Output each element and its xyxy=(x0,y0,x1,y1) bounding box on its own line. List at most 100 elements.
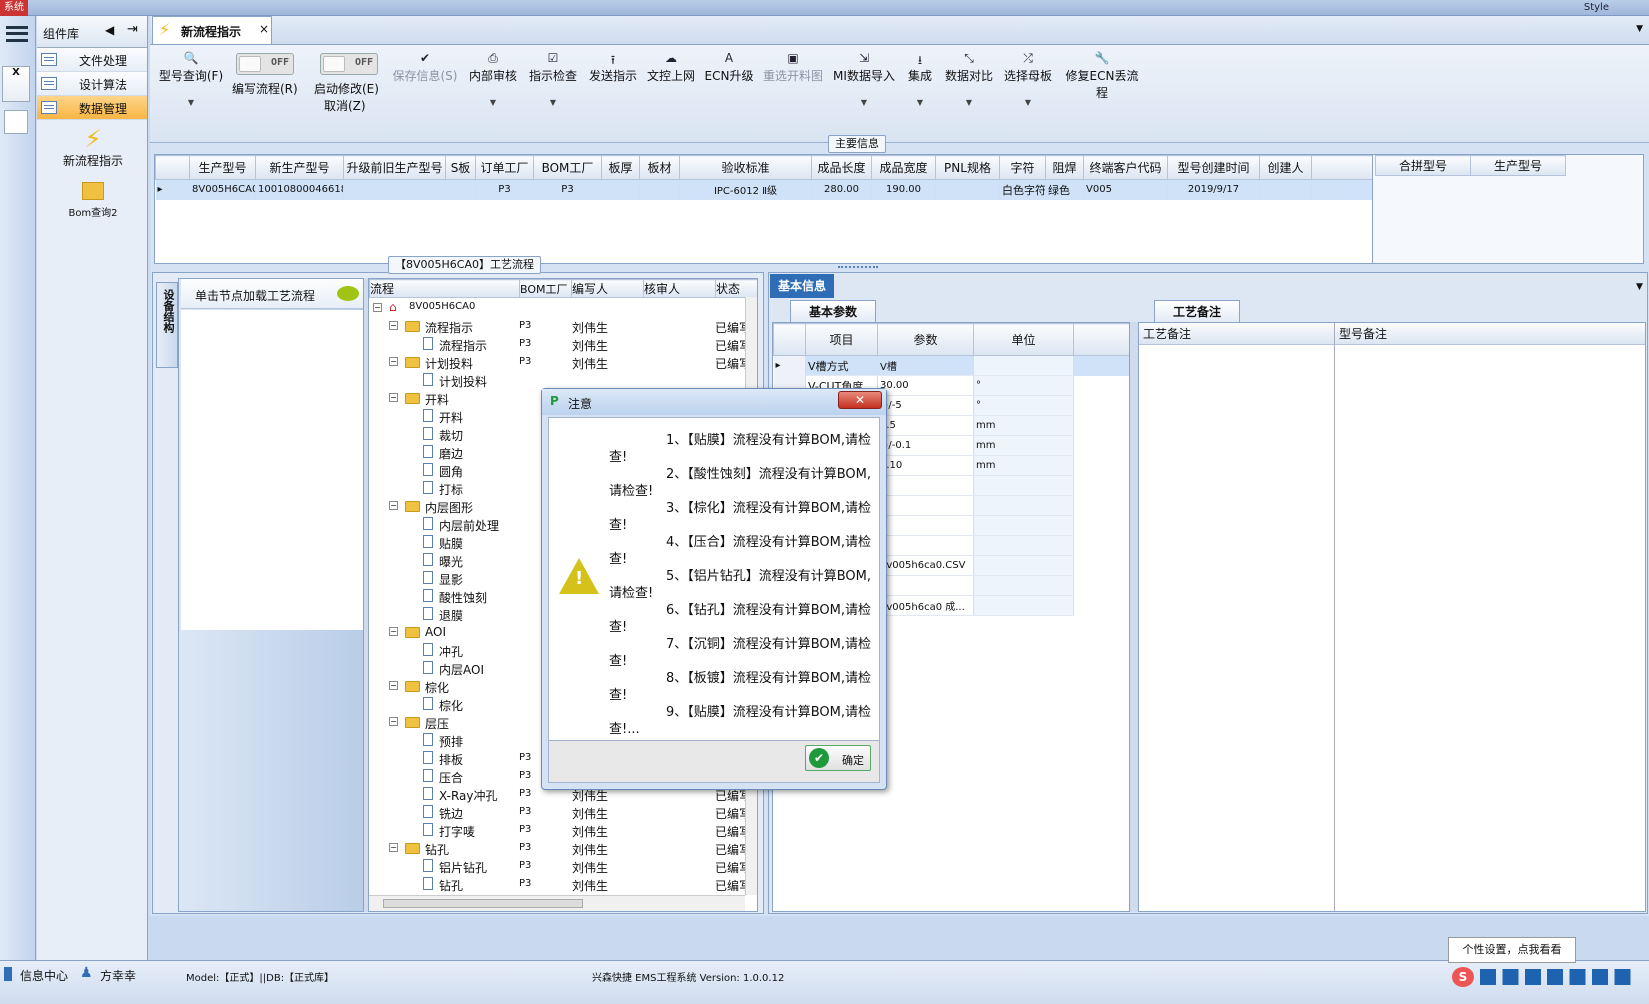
collapse-icon[interactable]: − xyxy=(389,681,398,690)
save-info-button[interactable]: ✔ 保存信息(S) xyxy=(390,51,460,84)
cell[interactable]: 280.00 xyxy=(811,179,872,200)
load-process-header[interactable]: 单击节点加载工艺流程 xyxy=(181,279,363,309)
style-menu[interactable]: Style xyxy=(1584,2,1609,13)
cell[interactable] xyxy=(601,179,640,200)
cell[interactable]: V槽方式 xyxy=(805,355,878,376)
col-header[interactable]: 升级前旧生产型号 xyxy=(343,155,446,180)
col-header[interactable]: BOM工厂 xyxy=(533,155,602,180)
calendar-icon[interactable] xyxy=(4,110,28,134)
tab-dropdown-icon[interactable]: ▼ xyxy=(1636,24,1643,34)
write-flow-toggle[interactable]: OFF xyxy=(236,53,294,75)
cell[interactable]: / xyxy=(877,475,974,496)
cell[interactable]: 8v005h6ca0.CSV xyxy=(877,555,974,576)
ecn-upgrade-button[interactable]: A ECN升级 xyxy=(704,51,754,84)
col-header[interactable]: 成品宽度 xyxy=(871,155,936,180)
lib-item-design-algorithm[interactable]: 设计算法 xyxy=(37,72,147,96)
splitter-basic[interactable] xyxy=(1130,322,1138,912)
cell[interactable]: IPC-6012 Ⅱ级 xyxy=(679,179,812,200)
tile-bom-query[interactable]: Bom查询2 xyxy=(53,180,133,230)
col-header[interactable]: 核审人 xyxy=(643,279,716,298)
fix-ecn-lost-flow-button[interactable]: 🔧 修复ECN丢流程 xyxy=(1062,51,1142,101)
cell[interactable]: / xyxy=(877,575,974,596)
cell[interactable]: 0 xyxy=(877,515,974,536)
col-header[interactable]: 参数 xyxy=(877,323,974,356)
col-header[interactable]: S板 xyxy=(445,155,476,180)
cell[interactable]: / xyxy=(877,495,974,516)
cell[interactable]: +/-5 xyxy=(877,395,974,416)
col-header[interactable]: 新生产型号 xyxy=(255,155,344,180)
settings-tooltip[interactable]: 个性设置，点我看看 xyxy=(1448,937,1576,963)
tree-node[interactable]: 钻孔 P3 刘伟生 已编写 xyxy=(369,875,757,893)
reselect-cut-drawing-button[interactable]: ▣ 重选开料图 xyxy=(760,51,826,84)
tree-node[interactable]: 铝片钻孔 P3 刘伟生 已编写 xyxy=(369,857,757,875)
dialog-titlebar[interactable]: P 注意 ✕ xyxy=(542,389,886,415)
integrate-button[interactable]: ⭳ 集成 ▼ xyxy=(902,51,938,107)
basic-info-header[interactable]: 基本信息 xyxy=(770,274,834,298)
cell[interactable]: 8v005h6ca0 成... xyxy=(877,595,974,616)
cell[interactable] xyxy=(973,475,1074,496)
cell[interactable]: 0.10 xyxy=(877,455,974,476)
cell[interactable] xyxy=(973,515,1074,536)
cell[interactable] xyxy=(973,575,1074,596)
basic-params-tab[interactable]: 基本参数 xyxy=(790,300,876,322)
doc-control-online-button[interactable]: ☁ 文控上网 xyxy=(646,51,696,84)
model-query-button[interactable]: 🔍 型号查询(F) ▼ xyxy=(158,51,224,107)
collapse-left-icon[interactable]: ◀ xyxy=(105,23,114,37)
mi-data-import-button[interactable]: ⇲ MI数据导入 ▼ xyxy=(832,51,896,107)
tab-close-icon[interactable]: × xyxy=(259,22,269,36)
tile-new-process[interactable]: ⚡ 新流程指示 xyxy=(53,126,133,176)
col-header[interactable]: 阻焊 xyxy=(1045,155,1084,180)
cell[interactable]: +/-0.1 xyxy=(877,435,974,456)
col-header[interactable]: 生产型号 xyxy=(189,155,256,180)
cell[interactable]: 4 xyxy=(877,535,974,556)
cell[interactable] xyxy=(973,555,1074,576)
cell[interactable] xyxy=(445,179,476,200)
cell[interactable]: P3 xyxy=(533,179,602,200)
col-header[interactable]: 单位 xyxy=(973,323,1074,356)
cell[interactable] xyxy=(973,355,1074,376)
panel-dropdown-icon[interactable]: ▼ xyxy=(1636,282,1643,292)
cancel-edit-label[interactable]: 取消(Z) xyxy=(324,97,366,114)
lib-item-data-management[interactable]: 数据管理 xyxy=(37,96,147,120)
col-header[interactable]: 成品长度 xyxy=(811,155,872,180)
col-header[interactable]: 订单工厂 xyxy=(475,155,534,180)
cell[interactable] xyxy=(973,495,1074,516)
model-remark-col[interactable]: 型号备注 xyxy=(1335,323,1645,911)
instruction-check-button[interactable]: ☑ 指示检查 ▼ xyxy=(528,51,578,107)
col-header[interactable]: 合拼型号 xyxy=(1375,155,1471,176)
splitter-grip[interactable] xyxy=(838,266,878,270)
cell[interactable] xyxy=(1259,179,1312,200)
col-header[interactable]: 终端客户代码 xyxy=(1083,155,1168,180)
col-header[interactable]: 流程 xyxy=(369,279,520,298)
tree-node[interactable]: 流程指示 P3 刘伟生 已编写 xyxy=(369,335,757,353)
cell[interactable] xyxy=(973,595,1074,616)
internal-review-button[interactable]: ⎙ 内部审核 ▼ xyxy=(468,51,518,107)
tree-root[interactable]: − ⌂ 8V005H6CA0 xyxy=(369,299,757,317)
cell[interactable]: 190.00 xyxy=(871,179,936,200)
ok-button[interactable]: ✔ 确定 xyxy=(805,745,871,771)
tree-node[interactable]: 打字唛 P3 刘伟生 已编写 xyxy=(369,821,757,839)
collapse-icon[interactable]: − xyxy=(389,357,398,366)
collapse-icon[interactable]: − xyxy=(389,843,398,852)
tree-node[interactable]: − 钻孔 P3 刘伟生 已编写 xyxy=(369,839,757,857)
col-header[interactable]: PNL规格 xyxy=(935,155,1000,180)
col-header[interactable]: 型号创建时间 xyxy=(1167,155,1260,180)
col-header[interactable]: 状态 xyxy=(715,279,757,298)
app-icon[interactable]: X xyxy=(2,66,30,102)
cell[interactable]: mm xyxy=(973,435,1074,456)
col-header[interactable]: BOM工厂 xyxy=(519,279,572,298)
cell[interactable]: V槽 xyxy=(877,355,974,376)
cell[interactable]: 2019/9/17 xyxy=(1167,179,1260,200)
cell[interactable]: P3 xyxy=(475,179,534,200)
ime-icon[interactable]: S xyxy=(1452,967,1474,987)
collapse-icon[interactable]: − xyxy=(389,717,398,726)
collapse-icon[interactable]: − xyxy=(389,393,398,402)
cell[interactable]: 8V005H6CA0 xyxy=(189,179,256,200)
col-header[interactable]: 字符 xyxy=(999,155,1046,180)
col-header[interactable]: 板材 xyxy=(639,155,680,180)
cell[interactable] xyxy=(639,179,680,200)
col-header[interactable]: 项目 xyxy=(805,323,878,356)
info-center-icon[interactable] xyxy=(4,967,12,981)
collapse-icon[interactable]: − xyxy=(373,303,382,312)
cell[interactable] xyxy=(343,179,446,200)
